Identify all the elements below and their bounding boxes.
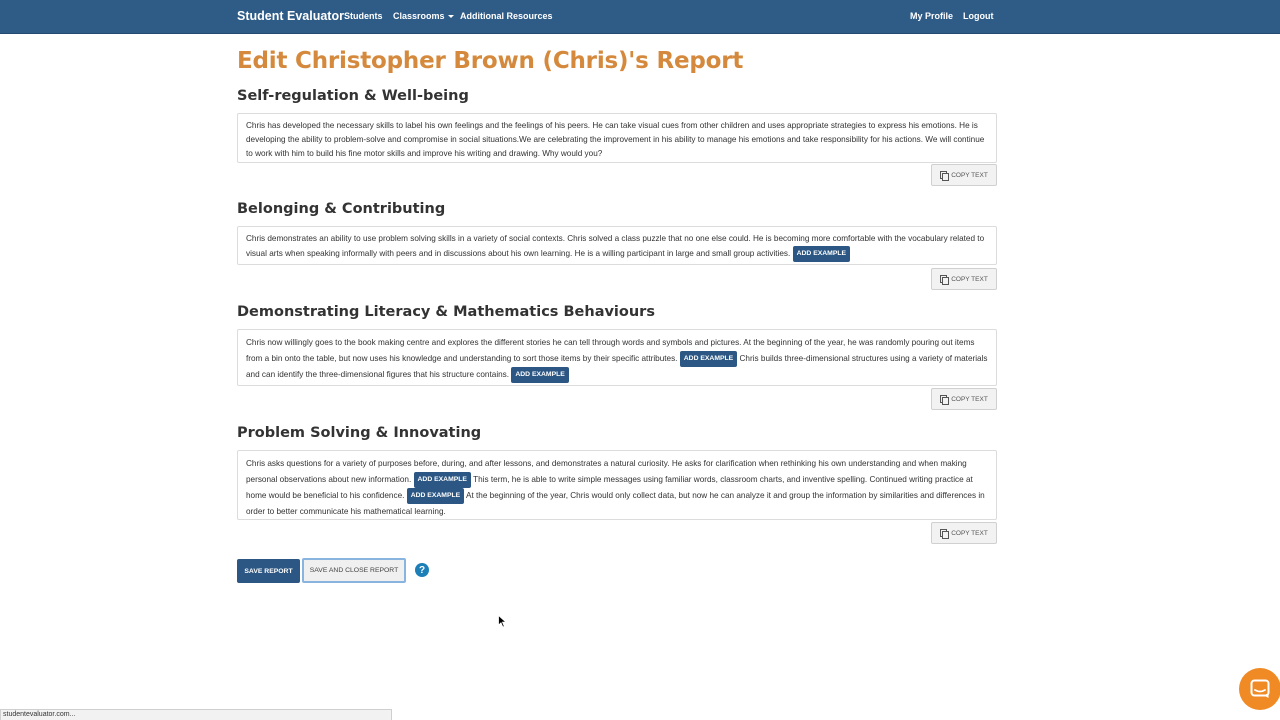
copy-text-label: COPY TEXT	[951, 395, 988, 403]
add-example-button[interactable]: ADD EXAMPLE	[792, 246, 851, 262]
chat-launcher-button[interactable]	[1239, 668, 1280, 710]
page-title: Edit Christopher Brown (Chris)'s Report	[237, 48, 744, 74]
save-report-button[interactable]: SAVE REPORT	[237, 559, 300, 583]
copy-text-button[interactable]: COPY TEXT	[931, 522, 997, 544]
brand-link[interactable]: Student Evaluator	[237, 9, 344, 23]
save-and-close-report-button[interactable]: SAVE AND CLOSE REPORT	[302, 558, 406, 583]
browser-status-bar: studentevaluator.com...	[0, 709, 392, 720]
report-textarea-problem-solving[interactable]: Chris asks questions for a variety of pu…	[237, 450, 997, 520]
copy-icon	[940, 528, 950, 539]
add-example-button[interactable]: ADD EXAMPLE	[511, 366, 569, 383]
chat-icon	[1250, 679, 1270, 698]
nav-students[interactable]: Students	[344, 11, 383, 21]
copy-icon	[940, 170, 950, 181]
nav-my-profile[interactable]: My Profile	[910, 11, 953, 21]
add-example-button[interactable]: ADD EXAMPLE	[679, 350, 738, 367]
section-heading-literacy-math: Demonstrating Literacy & Mathematics Beh…	[237, 304, 655, 320]
copy-text-button[interactable]: COPY TEXT	[931, 164, 997, 186]
copy-text-label: COPY TEXT	[951, 171, 988, 179]
nav-additional-resources[interactable]: Additional Resources	[460, 11, 553, 21]
help-icon[interactable]: ?	[415, 563, 429, 577]
copy-text-label: COPY TEXT	[951, 275, 988, 283]
copy-text-button[interactable]: COPY TEXT	[931, 388, 997, 410]
report-textarea-self-regulation[interactable]: Chris has developed the necessary skills…	[237, 113, 997, 163]
section-heading-self-regulation: Self-regulation & Well-being	[237, 88, 469, 104]
copy-text-label: COPY TEXT	[951, 529, 988, 537]
mouse-cursor-icon	[498, 615, 507, 628]
top-navbar: Student Evaluator Students Classrooms Ad…	[0, 0, 1280, 34]
add-example-button[interactable]: ADD EXAMPLE	[406, 488, 465, 505]
report-textarea-belonging[interactable]: Chris demonstrates an ability to use pro…	[237, 226, 997, 265]
report-textarea-literacy-math[interactable]: Chris now willingly goes to the book mak…	[237, 329, 997, 386]
nav-logout[interactable]: Logout	[963, 11, 994, 21]
section-heading-problem-solving: Problem Solving & Innovating	[237, 425, 482, 441]
report-text: Chris has developed the necessary skills…	[246, 121, 985, 158]
nav-classrooms-label: Classrooms	[393, 11, 445, 21]
copy-text-button[interactable]: COPY TEXT	[931, 268, 997, 290]
nav-classrooms-dropdown[interactable]: Classrooms	[393, 11, 454, 21]
report-text: Chris demonstrates an ability to use pro…	[246, 234, 985, 259]
section-heading-belonging: Belonging & Contributing	[237, 201, 446, 217]
copy-icon	[940, 394, 950, 405]
copy-icon	[940, 274, 950, 285]
caret-down-icon	[447, 15, 454, 19]
add-example-button[interactable]: ADD EXAMPLE	[413, 472, 471, 488]
